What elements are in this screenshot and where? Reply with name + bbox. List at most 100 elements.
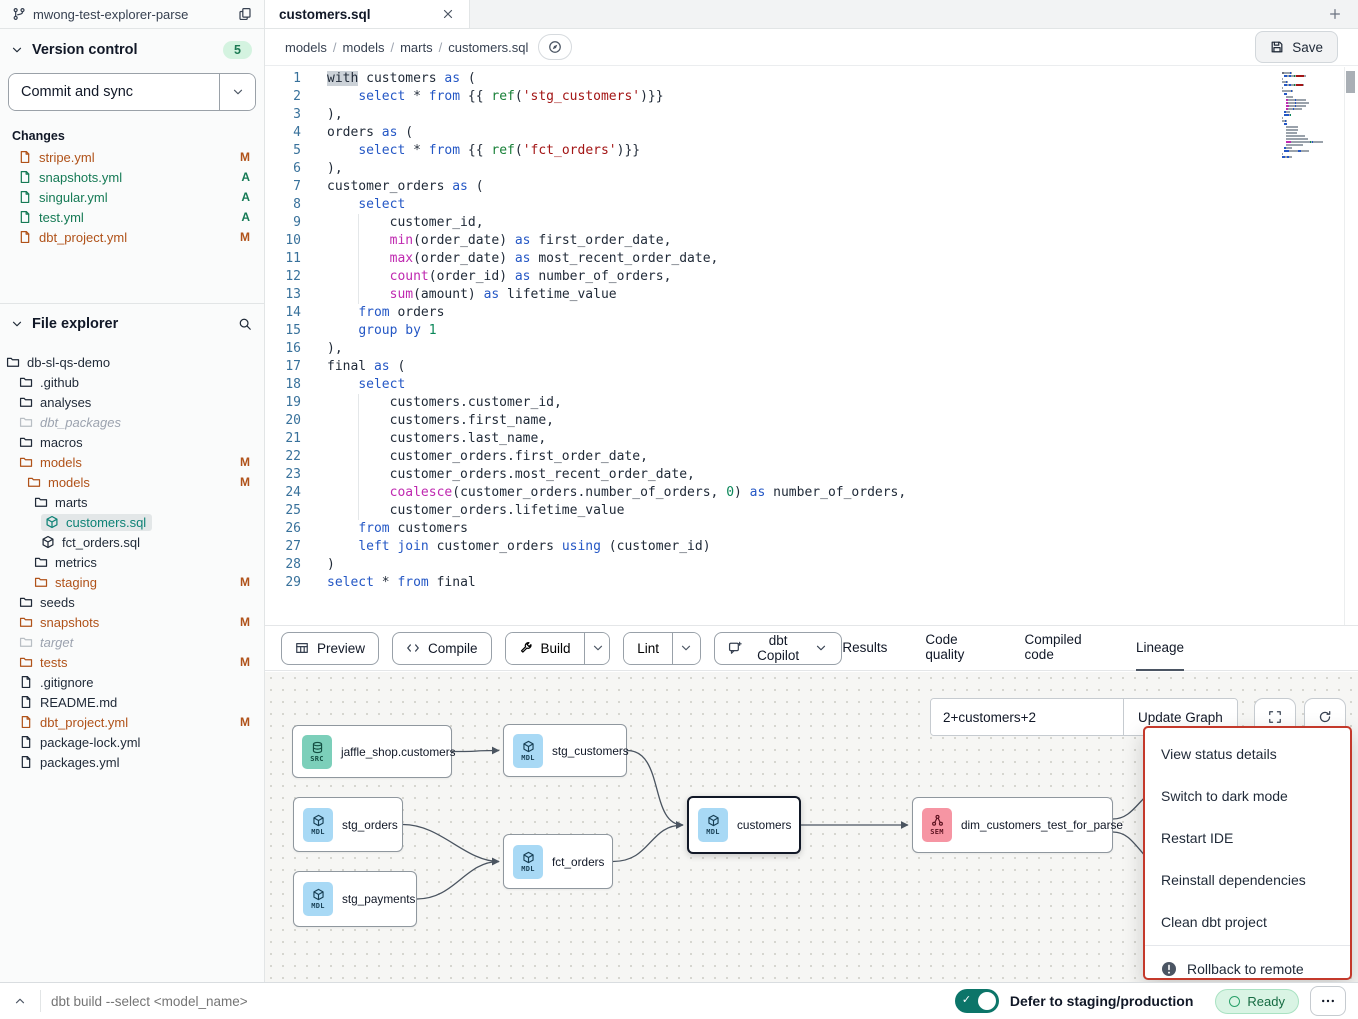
file-name: dbt_project.yml — [40, 715, 128, 730]
menu-item-clean-dbt-project[interactable]: Clean dbt project — [1145, 901, 1350, 943]
breadcrumb-item[interactable]: models — [285, 40, 327, 55]
lineage-node-customers[interactable]: MDLcustomers — [687, 796, 801, 854]
command-input[interactable] — [41, 994, 955, 1009]
tab-lineage[interactable]: Lineage — [1136, 625, 1184, 671]
menu-item-restart-ide[interactable]: Restart IDE — [1145, 817, 1350, 859]
file-explorer-header[interactable]: File explorer — [0, 304, 264, 340]
build-button[interactable]: Build — [506, 633, 584, 664]
tree-item-readme-md[interactable]: README.md — [0, 692, 264, 712]
line-number: 22 — [265, 448, 301, 466]
close-icon[interactable] — [441, 7, 455, 21]
lineage-node-fct_orders[interactable]: MDLfct_orders — [503, 834, 613, 889]
tree-item-analyses[interactable]: analyses — [0, 392, 264, 412]
tab-code-quality[interactable]: Code quality — [925, 625, 986, 671]
tree-item-snapshots[interactable]: snapshotsM — [0, 612, 264, 632]
menu-item-view-status-details[interactable]: View status details — [1145, 733, 1350, 775]
cube-icon — [522, 851, 535, 864]
compass-icon — [548, 40, 562, 54]
lineage-panel[interactable]: SRCjaffle_shop.customers MDLstg_customers… — [265, 672, 1358, 982]
chevron-down-icon — [10, 43, 24, 57]
breadcrumb-separator: / — [333, 40, 337, 55]
file-name: models — [40, 455, 82, 470]
search-icon[interactable] — [238, 317, 252, 331]
build-options-button[interactable] — [584, 633, 611, 664]
preview-button[interactable]: Preview — [281, 632, 379, 665]
menu-item-rollback-to-remote[interactable]: Rollback to remote — [1145, 948, 1350, 982]
minimap-line — [1282, 87, 1342, 89]
tree-item-package-lock-yml[interactable]: package-lock.yml — [0, 732, 264, 752]
tree-item-seeds[interactable]: seeds — [0, 592, 264, 612]
minimap-line — [1282, 138, 1342, 140]
lineage-selector-input[interactable] — [931, 699, 1123, 735]
tree-item--gitignore[interactable]: .gitignore — [0, 672, 264, 692]
tab-compiled-code[interactable]: Compiled code — [1025, 625, 1098, 671]
dbt-copilot-button[interactable]: dbt Copilot — [714, 632, 842, 665]
change-status-letter: M — [240, 575, 250, 589]
more-options-button[interactable] — [1310, 986, 1346, 1016]
tree-item-macros[interactable]: macros — [0, 432, 264, 452]
copy-icon[interactable] — [238, 7, 252, 21]
tree-item-customers-sql[interactable]: customers.sql — [0, 512, 264, 532]
tree-item-metrics[interactable]: metrics — [0, 552, 264, 572]
breadcrumb-item[interactable]: models — [343, 40, 385, 55]
tree-item-marts[interactable]: marts — [0, 492, 264, 512]
commit-options-button[interactable] — [219, 74, 255, 110]
file-info-button[interactable] — [538, 34, 572, 60]
tree-item-models[interactable]: models M — [0, 452, 264, 472]
tree-item-packages-yml[interactable]: packages.yml — [0, 752, 264, 772]
lineage-node-stg_orders[interactable]: MDLstg_orders — [293, 797, 403, 852]
editor-scrollbar-track[interactable] — [1344, 67, 1358, 625]
lineage-node-stg_payments[interactable]: MDLstg_payments — [293, 871, 417, 927]
tree-item-tests[interactable]: testsM — [0, 652, 264, 672]
changed-file-row[interactable]: stripe.ymlM — [0, 147, 264, 167]
minimap-line — [1282, 84, 1342, 86]
status-badge[interactable]: Ready — [1215, 989, 1299, 1014]
node-type-badge: MDL — [521, 754, 535, 762]
node-type-badge: MDL — [706, 828, 720, 836]
change-status-letter: M — [240, 455, 250, 469]
collapse-command-bar-button[interactable] — [0, 983, 40, 1019]
tree-item-inner: tests — [19, 654, 73, 671]
node-type-tile: MDL — [513, 845, 543, 879]
changed-file-row[interactable]: singular.ymlA — [0, 187, 264, 207]
changed-file-row[interactable]: snapshots.ymlA — [0, 167, 264, 187]
editor-scrollbar-thumb[interactable] — [1346, 71, 1355, 93]
refresh-icon — [1318, 710, 1332, 724]
tree-item-inner: db-sl-qs-demo — [6, 354, 116, 371]
breadcrumb-item[interactable]: customers.sql — [448, 40, 528, 55]
lint-options-button[interactable] — [672, 633, 700, 664]
tree-item-staging[interactable]: stagingM — [0, 572, 264, 592]
tab-results[interactable]: Results — [842, 625, 887, 671]
menu-item-reinstall-dependencies[interactable]: Reinstall dependencies — [1145, 859, 1350, 901]
compile-button[interactable]: Compile — [392, 632, 492, 665]
version-control-header[interactable]: Version control 5 — [0, 29, 264, 67]
lineage-node-stg_customers[interactable]: MDLstg_customers — [503, 724, 627, 777]
breadcrumb-item[interactable]: marts — [400, 40, 433, 55]
commit-and-sync-button[interactable]: Commit and sync — [9, 74, 219, 110]
tree-item-fct-orders-sql[interactable]: fct_orders.sql — [0, 532, 264, 552]
tab-customers-sql[interactable]: customers.sql — [265, 0, 470, 28]
changed-file-row[interactable]: dbt_project.ymlM — [0, 227, 264, 247]
code-icon — [406, 641, 420, 655]
tree-item-db-sl-qs-demo[interactable]: db-sl-qs-demo — [0, 352, 264, 372]
minimap[interactable] — [1282, 72, 1342, 159]
cube-icon — [312, 888, 325, 901]
code-text: coalesce(customer_orders.number_of_order… — [327, 484, 906, 502]
lineage-node-src_customers[interactable]: SRCjaffle_shop.customers — [292, 725, 452, 778]
tree-item-target[interactable]: target — [0, 632, 264, 652]
lint-button[interactable]: Lint — [624, 633, 672, 664]
tree-item--github[interactable]: .github — [0, 372, 264, 392]
changed-file-row[interactable]: test.ymlA — [0, 207, 264, 227]
code-editor[interactable]: 1with customers as (2 select * from {{ r… — [265, 67, 1358, 625]
chevron-up-icon — [13, 994, 27, 1008]
save-button[interactable]: Save — [1255, 31, 1338, 63]
new-tab-button[interactable] — [1312, 0, 1358, 28]
lineage-node-dim_customers_test_for_parse[interactable]: SEMdim_customers_test_for_parse — [912, 797, 1113, 853]
defer-toggle[interactable]: ✓ — [955, 989, 999, 1013]
tree-item-models[interactable]: modelsM — [0, 472, 264, 492]
tree-item-dbt-project-yml[interactable]: dbt_project.ymlM — [0, 712, 264, 732]
folder-icon — [6, 355, 20, 369]
line-number: 18 — [265, 376, 301, 394]
menu-item-switch-to-dark-mode[interactable]: Switch to dark mode — [1145, 775, 1350, 817]
tree-item-dbt-packages[interactable]: dbt_packages — [0, 412, 264, 432]
